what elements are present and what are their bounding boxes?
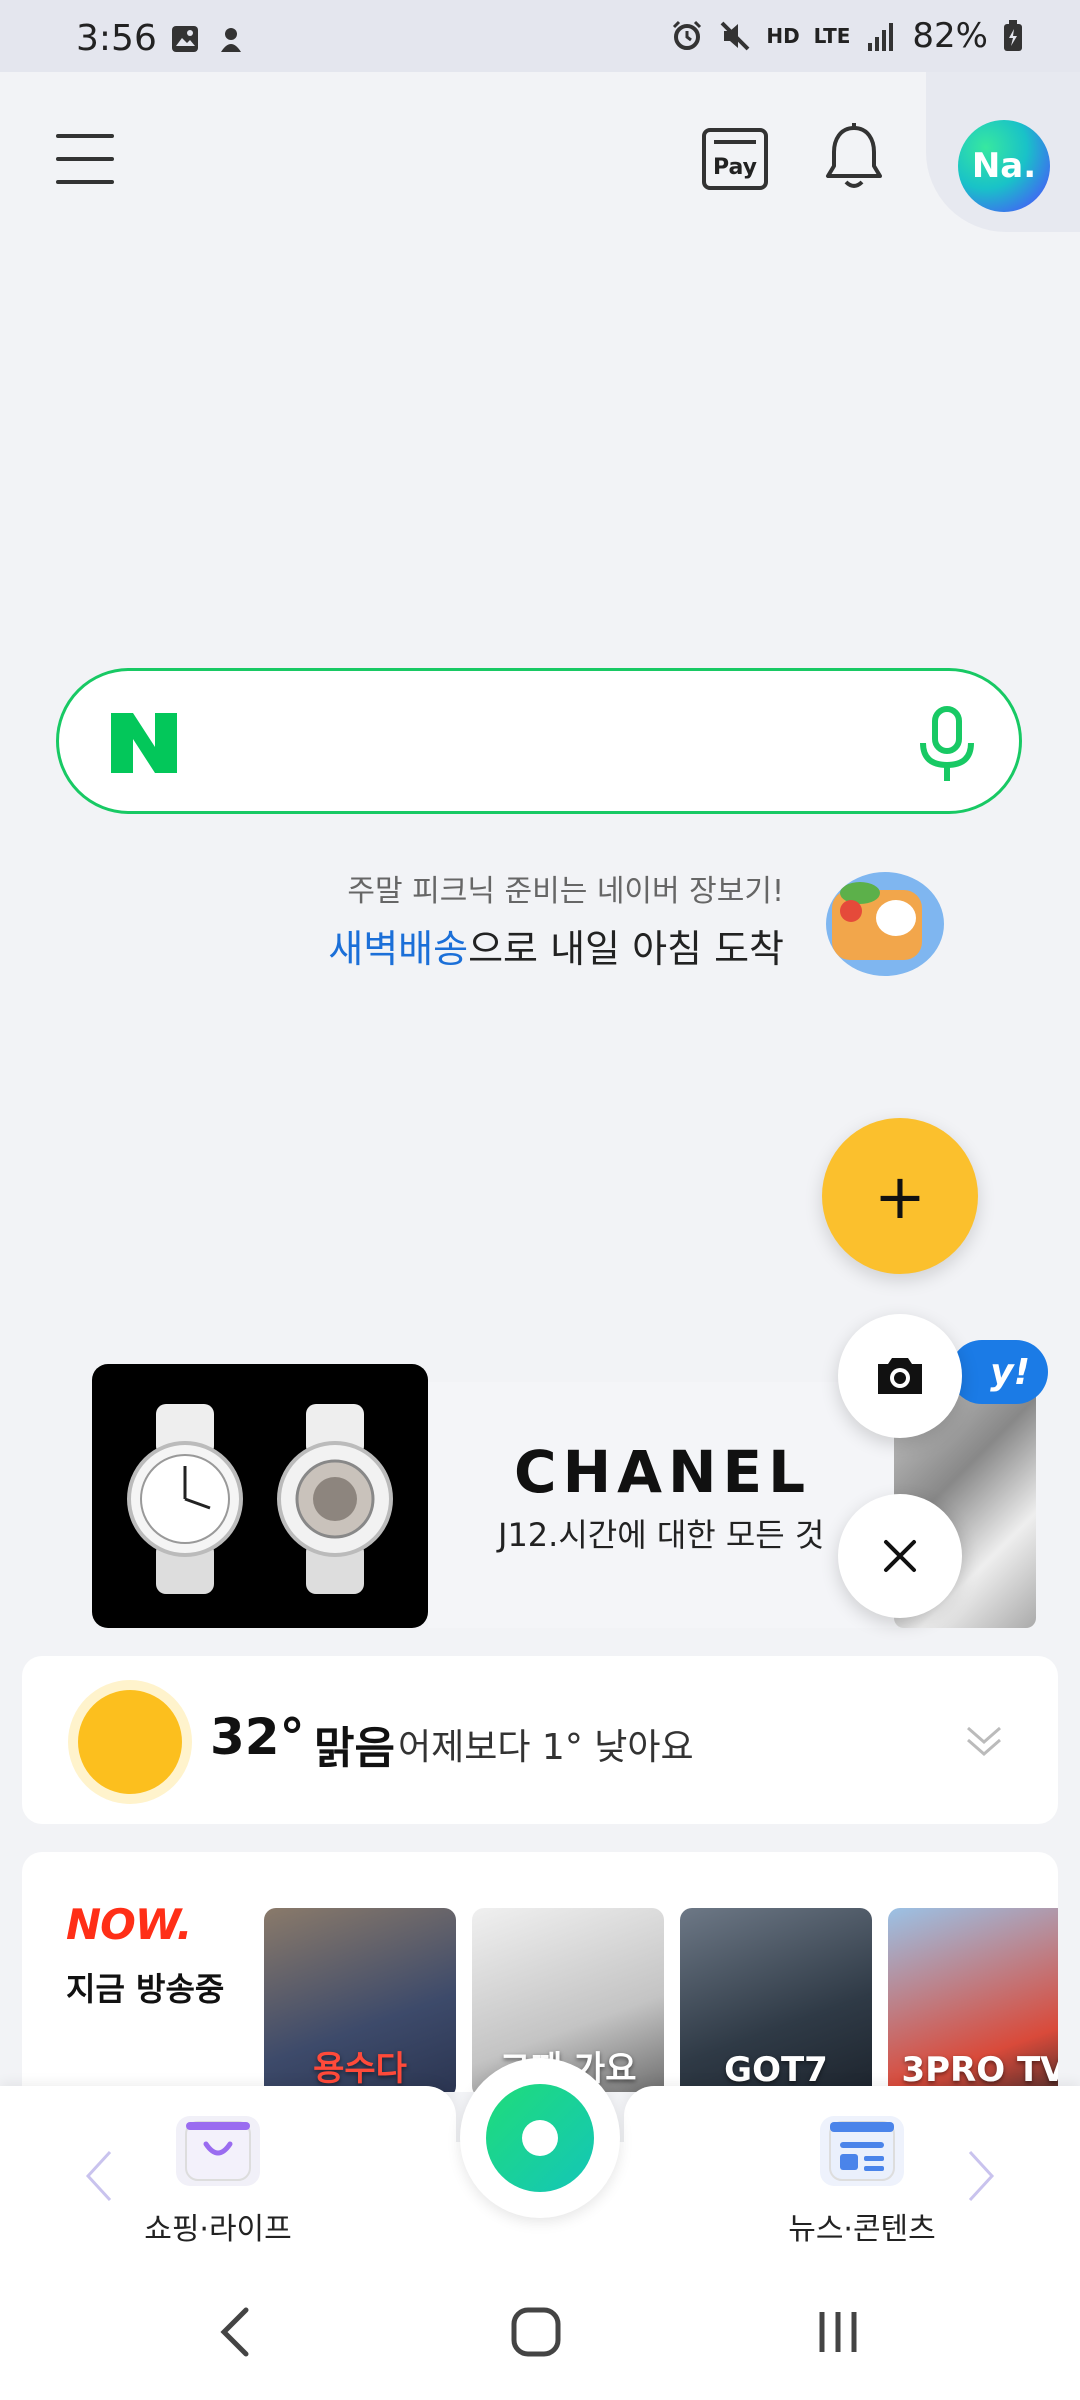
ad-tagline: J12.시간에 대한 모든 것 — [498, 1516, 825, 1554]
live-thumbnail[interactable]: 3PRO TV — [888, 1908, 1058, 2092]
bento-box-illustration[interactable] — [826, 872, 944, 976]
promo-subtitle[interactable]: 주말 피크닉 준비는 네이버 장보기! — [347, 866, 784, 910]
bell-icon[interactable] — [822, 122, 886, 194]
camera-button[interactable] — [838, 1314, 962, 1438]
naver-pay-button[interactable]: Pay — [702, 128, 768, 190]
chevron-left-icon[interactable] — [84, 2148, 114, 2204]
search-bar[interactable] — [56, 668, 1022, 814]
green-dot-icon — [486, 2084, 594, 2192]
add-button[interactable]: + — [822, 1118, 978, 1274]
alarm-icon — [673, 20, 702, 50]
news-icon — [820, 2116, 904, 2186]
watch-back-icon — [277, 1404, 393, 1594]
ad-bubble: y! — [950, 1340, 1048, 1404]
status-right-icons: HD LTE 82% — [670, 16, 1024, 56]
thumbnail-caption: GOT7 — [724, 2050, 828, 2090]
weather-condition: 맑음 — [314, 1723, 395, 1774]
sun-icon — [78, 1690, 182, 1794]
system-nav-bar — [0, 2266, 1080, 2400]
naver-n-logo-icon — [109, 711, 179, 775]
promo-title[interactable]: 새벽배송으로 내일 아침 도착 — [328, 918, 784, 973]
tab-label: 뉴스·콘텐츠 — [788, 2212, 936, 2247]
gallery-icon — [168, 22, 202, 56]
watch-front-icon — [127, 1404, 243, 1594]
tab-shopping-life[interactable]: 쇼핑·라이프 — [128, 2116, 308, 2248]
tab-label: 쇼핑·라이프 — [144, 2212, 292, 2247]
live-thumbnail[interactable]: GOT7 — [680, 1908, 872, 2092]
back-icon[interactable] — [206, 2302, 266, 2362]
close-icon — [884, 1540, 916, 1572]
notification-app-icon — [214, 22, 248, 56]
now-live-section: NOW. 지금 방송중 용수다 그때 가요 GOT7 3PRO TV — [22, 1852, 1058, 2092]
search-input[interactable] — [209, 711, 929, 775]
weather-comparison: 어제보다 1° 낮아요 — [398, 1727, 694, 1768]
close-button[interactable] — [838, 1494, 962, 1618]
weather-card[interactable]: 32° 맑음 어제보다 1° 낮아요 — [22, 1656, 1058, 1824]
promo-title-rest: 으로 내일 아침 도착 — [468, 927, 784, 971]
status-bar: 3:56 HD LTE 82% — [0, 0, 1080, 72]
now-live-label: 지금 방송중 — [66, 1970, 225, 2008]
battery-percent: 82% — [912, 16, 988, 56]
app-header: Pay Na. — [0, 72, 1080, 252]
chevron-down-icon[interactable] — [964, 1720, 1004, 1760]
microphone-icon[interactable] — [915, 705, 979, 785]
weather-temperature: 32° — [210, 1708, 305, 1766]
camera-icon — [878, 1358, 922, 1394]
shopping-bag-icon — [176, 2116, 260, 2186]
signal-icon — [868, 23, 894, 51]
chevron-right-icon[interactable] — [966, 2148, 996, 2204]
hd-voice-indicator: HD — [766, 24, 800, 48]
home-icon[interactable] — [506, 2302, 566, 2362]
hamburger-menu-icon[interactable] — [56, 134, 114, 184]
mute-icon — [720, 21, 750, 51]
promo-highlight: 새벽배송 — [328, 927, 469, 971]
avatar[interactable]: Na. — [958, 120, 1050, 212]
thumbnail-caption: 3PRO TV — [901, 2050, 1058, 2090]
watch-image — [92, 1364, 428, 1628]
green-dot-button[interactable] — [460, 2058, 620, 2218]
ad-brand: CHANEL — [514, 1438, 812, 1506]
live-thumbnail[interactable]: 용수다 — [264, 1908, 456, 2092]
network-type: LTE — [813, 24, 851, 48]
status-time: 3:56 — [76, 18, 157, 59]
now-logo[interactable]: NOW. — [66, 1900, 192, 1949]
thumbnail-caption: 용수다 — [313, 2049, 407, 2089]
tab-news-contents[interactable]: 뉴스·콘텐츠 — [772, 2116, 952, 2248]
battery-icon — [1004, 20, 1022, 51]
recent-apps-icon[interactable] — [808, 2302, 868, 2362]
